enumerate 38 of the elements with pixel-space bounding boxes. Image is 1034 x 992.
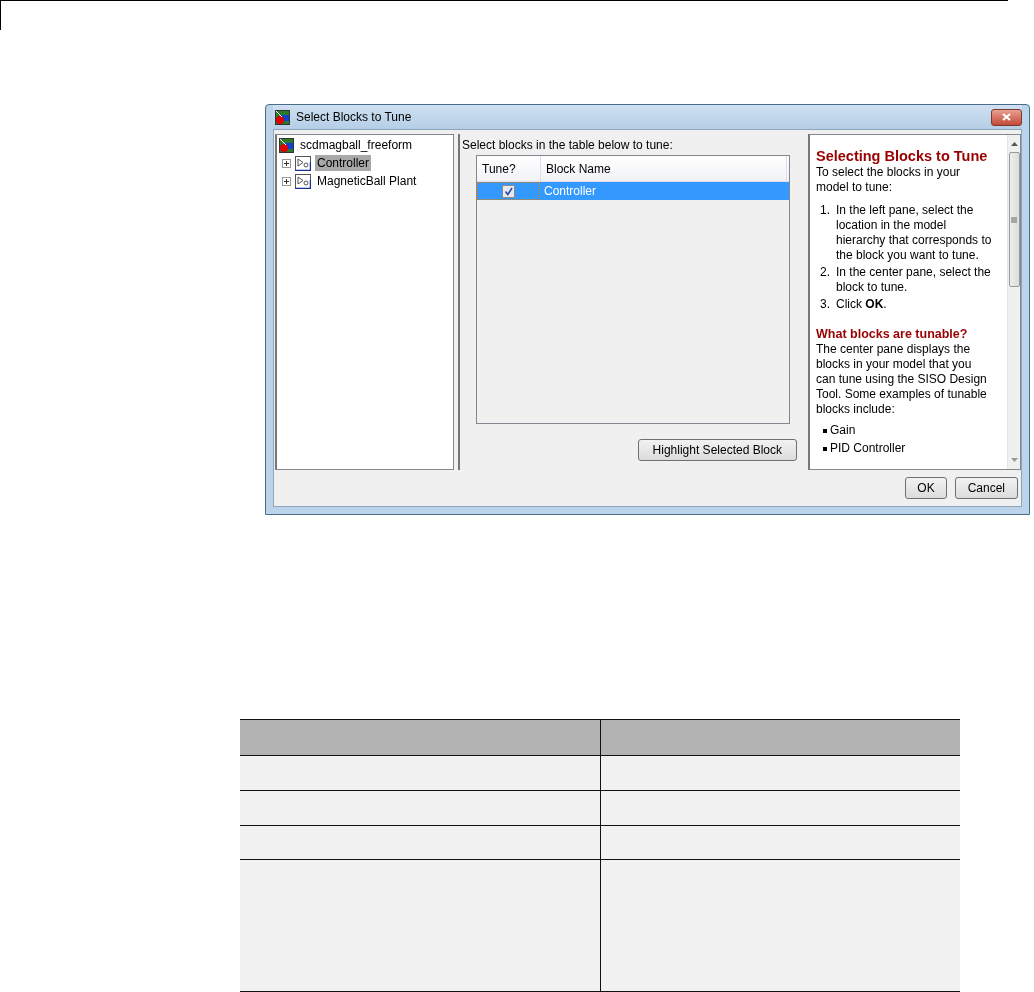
bullet-icon — [823, 428, 827, 433]
bullet-icon — [823, 446, 827, 451]
highlight-button[interactable]: Highlight Selected Block — [637, 439, 797, 461]
bullet-item: Gain — [830, 423, 856, 438]
cancel-button[interactable]: Cancel — [954, 477, 1018, 499]
tree-item[interactable]: MagneticBall Plant — [315, 173, 419, 189]
step-item: In the left pane, select the location in the model hierarchy that corresponds to the block you want to tune. — [836, 203, 993, 263]
checkbox[interactable] — [502, 184, 515, 198]
help-paragraph: To select the blocks in your model to tune: — [816, 165, 962, 195]
scroll-down-icon — [1009, 457, 1019, 463]
scroll-thumb[interactable] — [1008, 152, 1020, 287]
table-cell-text: Controller — [543, 184, 597, 198]
instruction-text: Select blocks in the table below to tune: — [462, 138, 674, 152]
column-header[interactable]: Block Name — [541, 156, 787, 181]
scrollbar[interactable] — [1007, 135, 1020, 469]
bullet-item: PID Controller — [830, 441, 906, 456]
close-button[interactable] — [991, 108, 1022, 126]
step-number: 3. — [820, 297, 831, 312]
step-number: 1. — [820, 203, 831, 218]
model-icon — [279, 137, 294, 153]
step-item: Click OK. — [836, 297, 887, 312]
tree-item[interactable]: Controller — [315, 155, 372, 171]
scroll-up-icon — [1009, 141, 1019, 147]
help-paragraph: The center pane displays the blocks in your model that you can tune using the SISO Design Tool. Some examples of tunable blocks include: — [816, 342, 988, 417]
help-subheading: What blocks are tunable? — [816, 326, 969, 342]
step-item: In the center pane, select the block to tune. — [836, 265, 992, 295]
column-header[interactable]: Tune? — [477, 156, 541, 181]
tree-item[interactable]: scdmagball_freeform — [298, 137, 415, 153]
subsystem-block-icon — [295, 155, 311, 171]
model-icon — [275, 109, 290, 125]
close-icon — [1001, 112, 1012, 122]
help-heading: Selecting Blocks to Tune — [816, 148, 989, 165]
grip-icon — [1010, 216, 1018, 223]
ok-button[interactable]: OK — [905, 477, 947, 499]
subsystem-block-icon — [295, 173, 311, 189]
check-icon — [504, 186, 513, 196]
step-number: 2. — [820, 265, 831, 280]
window-title: Select Blocks to Tune — [296, 110, 412, 124]
